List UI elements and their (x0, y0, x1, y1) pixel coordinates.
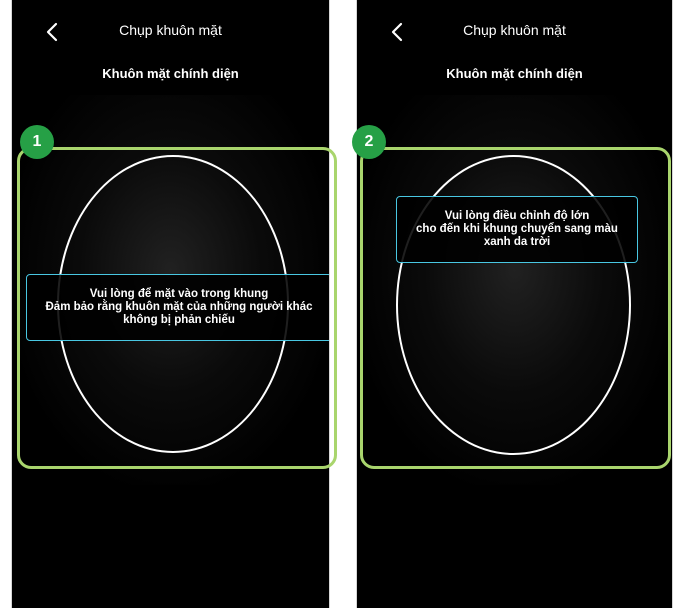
step-badge-2: 2 (352, 125, 386, 159)
page-subtitle: Khuôn mặt chính diện (102, 66, 239, 81)
page-title: Chụp khuôn mặt (463, 22, 566, 38)
highlight-frame-1 (17, 147, 337, 469)
step-badge-1: 1 (20, 125, 54, 159)
page-subtitle: Khuôn mặt chính diện (446, 66, 583, 81)
highlight-frame-2 (360, 147, 671, 469)
page-title: Chụp khuôn mặt (119, 22, 222, 38)
